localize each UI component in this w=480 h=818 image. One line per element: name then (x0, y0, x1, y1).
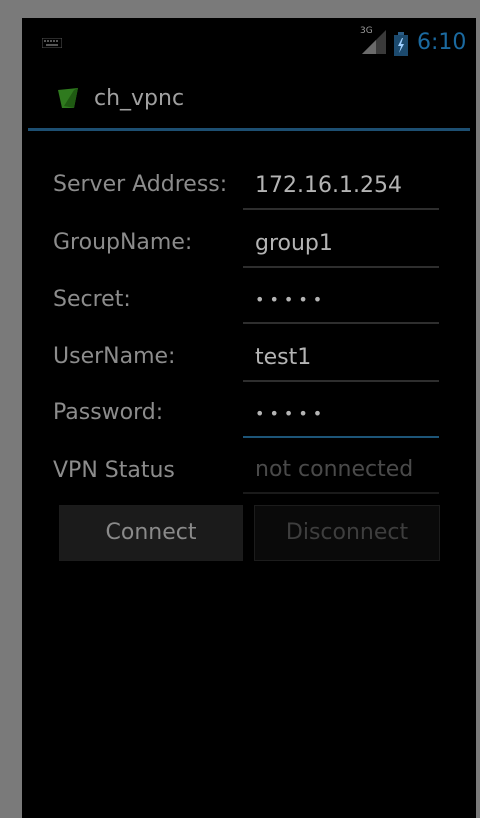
status-bar: 3G 6:10 (22, 18, 476, 68)
secret-label: Secret: (53, 287, 131, 312)
connect-button[interactable]: Connect (59, 505, 243, 561)
group-name-input[interactable]: group1 (243, 224, 439, 268)
group-name-label: GroupName: (53, 230, 193, 255)
action-bar: ch_vpnc (22, 68, 476, 128)
secret-input[interactable]: ••••• (243, 280, 439, 324)
password-label: Password: (53, 400, 164, 425)
signal-icon (362, 30, 386, 54)
battery-charging-icon (394, 32, 408, 56)
user-name-label: UserName: (53, 344, 176, 369)
server-address-label: Server Address: (53, 172, 228, 197)
clock: 6:10 (417, 30, 467, 55)
keyboard-icon (42, 38, 62, 48)
disconnect-button[interactable]: Disconnect (254, 505, 440, 561)
app-title: ch_vpnc (94, 86, 185, 111)
vpn-status-value: not connected (243, 450, 439, 494)
vpn-status-label: VPN Status (53, 458, 175, 483)
phone-screen: 3G 6:10 ch_vpnc Server Address: 172.16.1… (22, 18, 476, 818)
user-name-input[interactable]: test1 (243, 338, 439, 382)
password-input[interactable]: ••••• (243, 394, 439, 438)
server-address-input[interactable]: 172.16.1.254 (243, 166, 439, 210)
action-bar-divider (28, 128, 470, 131)
app-icon[interactable] (58, 88, 78, 108)
